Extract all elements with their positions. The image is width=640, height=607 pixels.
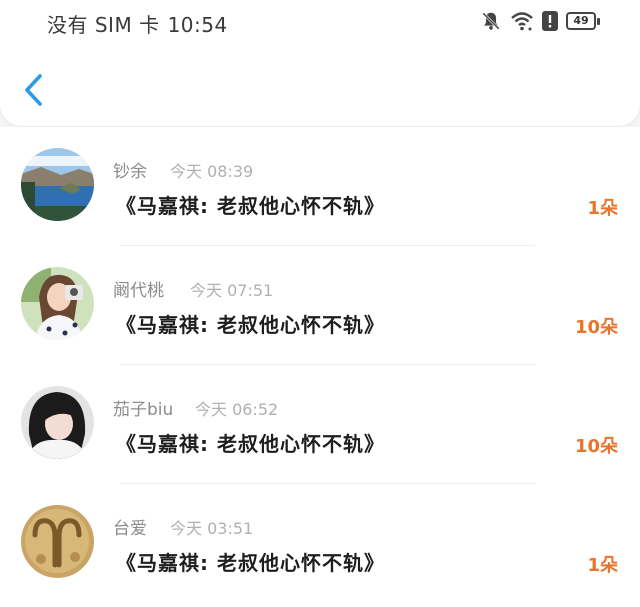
list-item[interactable]: 钞余 今天 08:39 《马嘉祺: 老叔他心怀不轨》 1朵 [0, 127, 640, 246]
book-title[interactable]: 《马嘉祺: 老叔他心怀不轨》 [116, 547, 385, 576]
top-header: 没有 SIM 卡 10:54 49 [0, 0, 640, 126]
book-title[interactable]: 《马嘉祺: 老叔他心怀不轨》 [116, 428, 385, 457]
avatar-image [21, 267, 94, 340]
back-arrow-icon[interactable] [18, 68, 52, 112]
status-bar: 没有 SIM 卡 10:54 49 [0, 0, 640, 42]
list-item[interactable]: 阚代桃 今天 07:51 《马嘉祺: 老叔他心怀不轨》 10朵 [0, 246, 640, 365]
battery-level: 49 [573, 14, 589, 27]
status-time: 10:54 [167, 13, 228, 37]
status-icons: 49 [480, 8, 600, 34]
avatar[interactable] [21, 386, 94, 459]
post-time: 今天 06:52 [195, 400, 279, 419]
status-carrier: 没有 SIM 卡 10:54 [47, 9, 228, 38]
flower-count: 1朵 [587, 198, 618, 219]
bell-muted-icon [482, 12, 500, 30]
alert-icon [542, 11, 558, 31]
book-title[interactable]: 《马嘉祺: 老叔他心怀不轨》 [116, 309, 385, 338]
post-time: 今天 07:51 [190, 281, 274, 300]
user-name: 阚代桃 [113, 281, 164, 301]
gift-feed-list: 钞余 今天 08:39 《马嘉祺: 老叔他心怀不轨》 1朵 阚代桃 今天 07:… [0, 127, 640, 607]
battery-icon: 49 [566, 12, 600, 30]
wifi-icon [511, 12, 533, 31]
flower-count: 10朵 [574, 436, 618, 457]
avatar[interactable] [21, 267, 94, 340]
user-name: 茄子biu [113, 400, 174, 420]
avatar[interactable] [21, 148, 94, 221]
post-time: 今天 03:51 [170, 519, 254, 538]
list-item[interactable]: 台爱 今天 03:51 《马嘉祺: 老叔他心怀不轨》 1朵 [0, 484, 640, 603]
avatar-image [21, 386, 94, 459]
user-name: 钞余 [113, 162, 147, 182]
avatar[interactable] [21, 505, 94, 578]
book-title[interactable]: 《马嘉祺: 老叔他心怀不轨》 [116, 190, 385, 219]
avatar-image [21, 148, 94, 221]
carrier-text: 没有 SIM 卡 [47, 13, 160, 37]
user-name: 台爱 [113, 519, 147, 539]
list-item[interactable]: 茄子biu 今天 06:52 《马嘉祺: 老叔他心怀不轨》 10朵 [0, 365, 640, 484]
flower-count: 1朵 [587, 555, 618, 576]
post-time: 今天 08:39 [170, 162, 254, 181]
flower-count: 10朵 [574, 317, 618, 338]
avatar-image [21, 505, 94, 578]
